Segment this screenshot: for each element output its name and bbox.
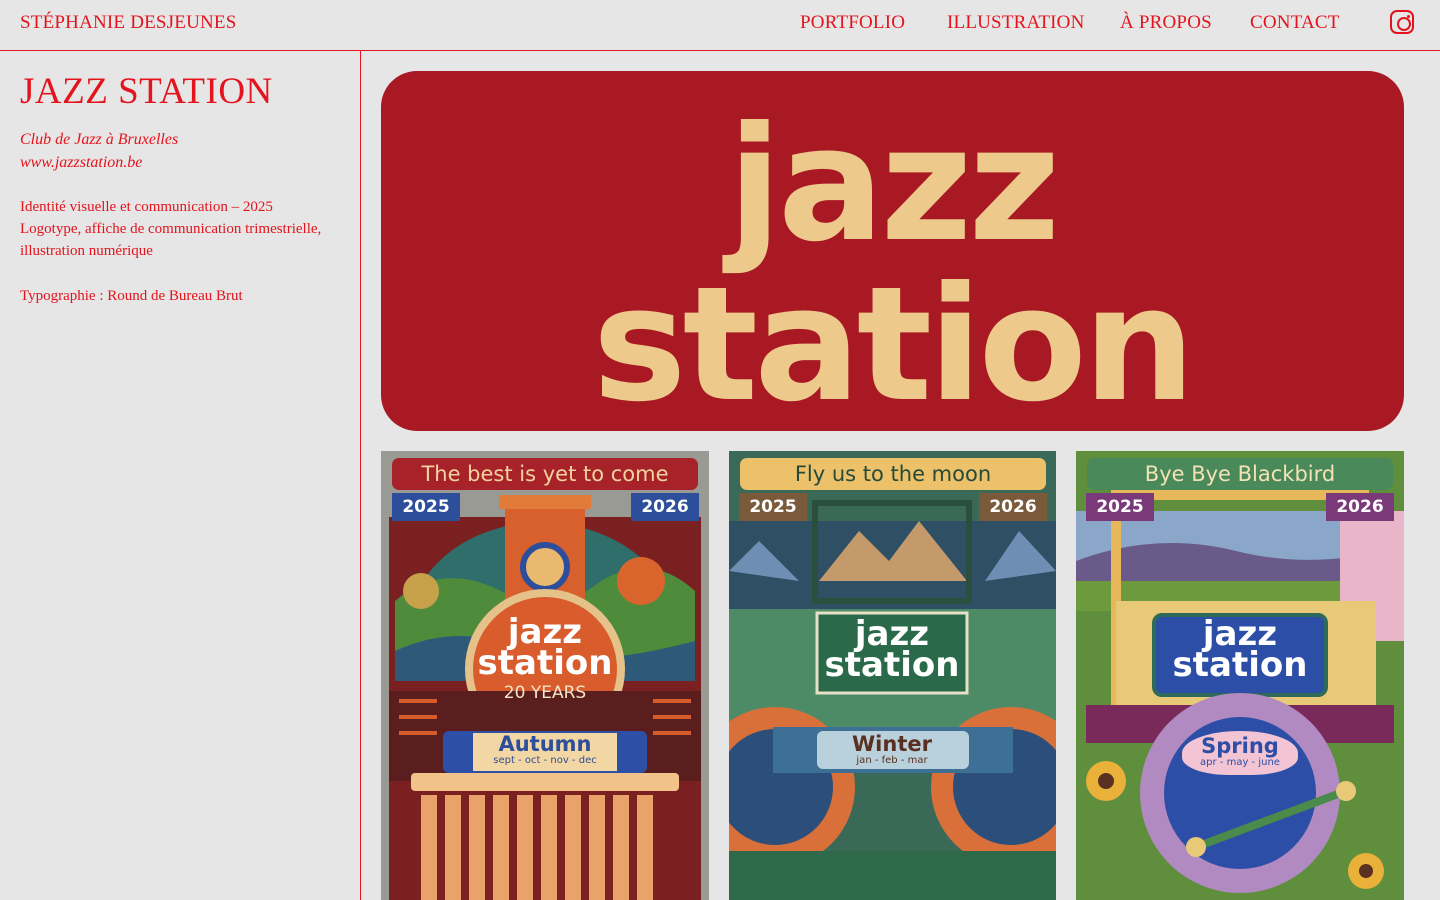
poster-autumn[interactable]: The best is yet to come 2025 2026 jazz s… xyxy=(381,451,709,900)
season-name: Spring xyxy=(1201,734,1279,758)
poster-logo: jazz station xyxy=(1160,617,1320,685)
season-name: Autumn xyxy=(498,732,592,756)
site-header: STÉPHANIE DESJEUNES PORTFOLIO ILLUSTRATI… xyxy=(0,0,1440,51)
description-line-1: Identité visuelle et communication – 202… xyxy=(20,199,273,215)
poster-banner: Bye Bye Blackbird xyxy=(1087,458,1393,490)
year-left: 2025 xyxy=(392,493,460,521)
season-label: Spring apr - may - june xyxy=(1182,731,1298,775)
year-right: 2026 xyxy=(1326,493,1394,521)
client-description: Club de Jazz à Bruxelles xyxy=(20,131,179,148)
season-months: jan - feb - mar xyxy=(856,755,928,766)
year-right: 2026 xyxy=(631,493,699,521)
nav-about[interactable]: À PROPOS xyxy=(1120,12,1212,34)
client-website-link[interactable]: www.jazzstation.be xyxy=(20,151,178,174)
sidebar-divider xyxy=(360,51,361,900)
poster-logo-line-2: station xyxy=(1172,644,1308,685)
typography-credit: Typographie : Round de Bureau Brut xyxy=(20,288,243,304)
season-label: Autumn sept - oct - nov - dec xyxy=(473,733,617,771)
season-name: Winter xyxy=(852,732,932,756)
season-months: apr - may - june xyxy=(1200,757,1280,768)
year-left: 2025 xyxy=(1086,493,1154,521)
project-description: Identité visuelle et communication – 202… xyxy=(20,196,350,262)
nav-illustration[interactable]: ILLUSTRATION xyxy=(947,12,1085,34)
description-line-2: Logotype, affiche de communication trime… xyxy=(20,221,322,259)
poster-banner: The best is yet to come xyxy=(392,458,698,490)
season-months: sept - oct - nov - dec xyxy=(493,755,597,766)
year-left: 2025 xyxy=(739,493,807,521)
instagram-icon[interactable] xyxy=(1390,10,1414,34)
poster-logo-line-2: station xyxy=(477,642,613,683)
project-title: JAZZ STATION xyxy=(20,71,273,112)
season-label: Winter jan - feb - mar xyxy=(819,733,965,771)
hero-logo-image: jazz station xyxy=(381,71,1404,431)
poster-logo-line-2: station xyxy=(824,644,960,685)
year-right: 2026 xyxy=(979,493,1047,521)
nav-portfolio[interactable]: PORTFOLIO xyxy=(800,12,905,34)
poster-logo: jazz station xyxy=(819,617,965,685)
poster-spring[interactable]: Bye Bye Blackbird 2025 2026 jazz station… xyxy=(1076,451,1404,900)
logo-line-2: station xyxy=(593,253,1192,431)
logo-line-1: jazz xyxy=(722,93,1057,277)
nav-contact[interactable]: CONTACT xyxy=(1250,12,1340,34)
poster-logo: jazz station 20 YEARS xyxy=(465,615,625,704)
anniversary-label: 20 YEARS xyxy=(503,683,587,704)
poster-winter[interactable]: Fly us to the moon 2025 2026 jazz statio… xyxy=(729,451,1056,900)
jazz-station-logo: jazz station xyxy=(593,93,1196,431)
project-subtitle: Club de Jazz à Bruxelles www.jazzstation… xyxy=(20,128,178,174)
main-nav: PORTFOLIO ILLUSTRATION À PROPOS CONTACT xyxy=(0,12,1440,36)
poster-banner: Fly us to the moon xyxy=(740,458,1046,490)
